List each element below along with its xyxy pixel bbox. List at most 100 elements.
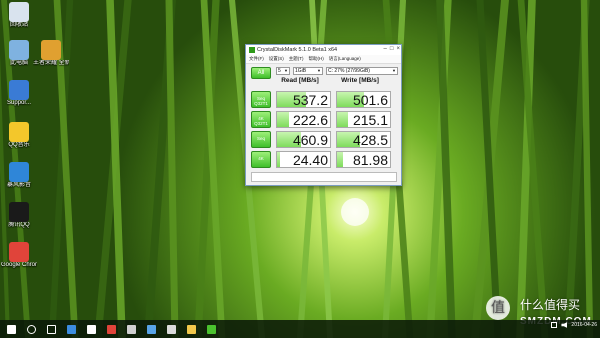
close-icon[interactable]: × (396, 46, 400, 52)
desktop-shortcut[interactable]: 王者荣耀 全新剧情 (33, 40, 69, 67)
write-result-value: 215.1 (352, 112, 388, 128)
test-button[interactable]: Seq (251, 131, 271, 148)
window-title: CrystalDiskMark 5.1.0 Beta1 x64 (257, 47, 338, 53)
app-icon-1 (126, 324, 136, 334)
maximize-icon[interactable]: □ (390, 46, 394, 52)
system-tray: 2016-04-26 (551, 322, 597, 328)
read-result-value: 460.9 (292, 132, 328, 148)
watermark-logo: 值 (486, 296, 510, 320)
volume-icon[interactable] (561, 322, 568, 328)
network-icon[interactable] (551, 322, 558, 328)
write-result-box: 81.98 (336, 151, 391, 168)
crystaldiskmark-window[interactable]: CrystalDiskMark 5.1.0 Beta1 x64 – □ × 文件… (245, 44, 402, 186)
taskbar-button[interactable] (142, 320, 160, 338)
size-value: 1GiB (295, 68, 307, 74)
store-icon (86, 324, 96, 334)
taskbar-button[interactable] (82, 320, 100, 338)
recycle-bin-icon (9, 2, 29, 22)
write-result-bar (337, 112, 349, 127)
desktop-shortcut[interactable]: QQ音乐 (1, 122, 37, 149)
write-result-value: 501.6 (352, 92, 388, 108)
chevron-down-icon: ▼ (284, 68, 288, 73)
drive-select[interactable]: C: 27% (27/99GiB) ▼ (326, 67, 398, 75)
desktop-shortcut-label: 腾讯QQ (8, 222, 30, 228)
count-select[interactable]: 5 ▼ (276, 67, 290, 75)
taskbar-button[interactable] (182, 320, 200, 338)
drive-value: C: 27% (27/99GiB) (328, 68, 370, 74)
player-icon (9, 162, 29, 182)
explorer-icon (186, 324, 196, 334)
watermark-text: 什么值得买 (520, 298, 581, 312)
read-result-box: 24.40 (276, 151, 331, 168)
read-result-box: 222.6 (276, 111, 331, 128)
read-result-box: 460.9 (276, 131, 331, 148)
write-result-bar (337, 152, 344, 167)
desktop-shortcut[interactable]: Suppor... (1, 80, 37, 107)
qq-music-icon (9, 122, 29, 142)
desktop-shortcut[interactable]: 此电脑 (1, 40, 37, 67)
test-button[interactable]: 4K (251, 151, 271, 168)
app-icon (249, 47, 255, 53)
control-area: All 5 ▼ 1GiB ▼ C: 27% (27/99GiB) ▼ Read [MB… (246, 64, 401, 84)
count-value: 5 (278, 68, 281, 74)
menu-help[interactable]: 帮助(H) (309, 56, 324, 62)
menu-language[interactable]: 语言(Language) (329, 56, 361, 62)
menu-bar: 文件(F) 设置(S) 主题(T) 帮助(H) 语言(Language) (246, 55, 401, 64)
read-result-value: 222.6 (292, 112, 328, 128)
size-select[interactable]: 1GiB ▼ (293, 67, 323, 75)
desktop-shortcut-label: 暴风影音 (6, 182, 31, 188)
test-label: 4K (258, 156, 264, 161)
chrome-icon (9, 242, 29, 262)
comment-field[interactable] (251, 172, 397, 182)
read-result-bar (277, 112, 289, 127)
benchmark-row: Seq 460.9 428.5 (251, 131, 397, 149)
write-result-box: 215.1 (336, 111, 391, 128)
start-button-icon (6, 324, 16, 334)
write-result-box: 428.5 (336, 131, 391, 148)
read-result-bar (277, 152, 281, 167)
app-icon-3 (166, 324, 176, 334)
desktop-shortcut-label: 回收站 (9, 22, 28, 28)
taskbar-button[interactable] (122, 320, 140, 338)
taskbar-button[interactable] (202, 320, 220, 338)
taskbar-button[interactable] (62, 320, 80, 338)
desktop-shortcut-label: Google Chrome (1, 262, 37, 268)
desktop-shortcut[interactable]: 回收站 (1, 2, 37, 29)
write-header: Write [MB/s] (341, 77, 379, 84)
menu-file[interactable]: 文件(F) (249, 56, 264, 62)
clock-date[interactable]: 2016-04-26 (571, 322, 597, 328)
desktop-shortcut-label: 此电脑 (9, 60, 28, 66)
desktop-shortcut-label: QQ音乐 (8, 142, 30, 148)
test-button[interactable]: Seq Q32T1 (251, 91, 271, 108)
desktop-shortcut[interactable]: Google Chrome (1, 242, 37, 269)
taskbar-button[interactable] (102, 320, 120, 338)
menu-theme[interactable]: 主题(T) (289, 56, 304, 62)
desktop-shortcut-label: Suppor... (6, 100, 32, 106)
this-pc-icon (9, 40, 29, 60)
chevron-down-icon: ▼ (317, 68, 321, 73)
cortana-icon (26, 324, 36, 334)
test-queue-label: Q32T1 (254, 101, 268, 106)
crystaldiskmark-taskbar-icon (206, 324, 216, 334)
benchmark-row: 4K 24.40 81.98 (251, 151, 397, 169)
taskbar-button[interactable] (162, 320, 180, 338)
chevron-down-icon: ▼ (392, 68, 396, 73)
taskbar-button[interactable] (22, 320, 40, 338)
write-result-value: 81.98 (352, 152, 388, 168)
all-button[interactable]: All (251, 67, 271, 79)
chrome-taskbar-icon (106, 324, 116, 334)
desktop-shortcut[interactable]: 暴风影音 (1, 162, 37, 189)
desktop-shortcut[interactable]: 腾讯QQ (1, 202, 37, 229)
taskbar: 2016-04-26 (0, 320, 600, 338)
desktop-shortcut-label: 王者荣耀 全新剧情 (33, 60, 69, 66)
taskbar-button[interactable] (2, 320, 20, 338)
taskbar-button[interactable] (42, 320, 60, 338)
test-button[interactable]: 4K Q32T1 (251, 111, 271, 128)
game-shortcut-icon (41, 40, 61, 60)
menu-settings[interactable]: 设置(S) (269, 56, 284, 62)
test-label: Seq (256, 136, 265, 141)
minimize-icon[interactable]: – (384, 46, 387, 52)
title-bar[interactable]: CrystalDiskMark 5.1.0 Beta1 x64 – □ × (246, 45, 401, 55)
benchmark-row: 4K Q32T1 222.6 215.1 (251, 111, 397, 129)
read-result-box: 537.2 (276, 91, 331, 108)
